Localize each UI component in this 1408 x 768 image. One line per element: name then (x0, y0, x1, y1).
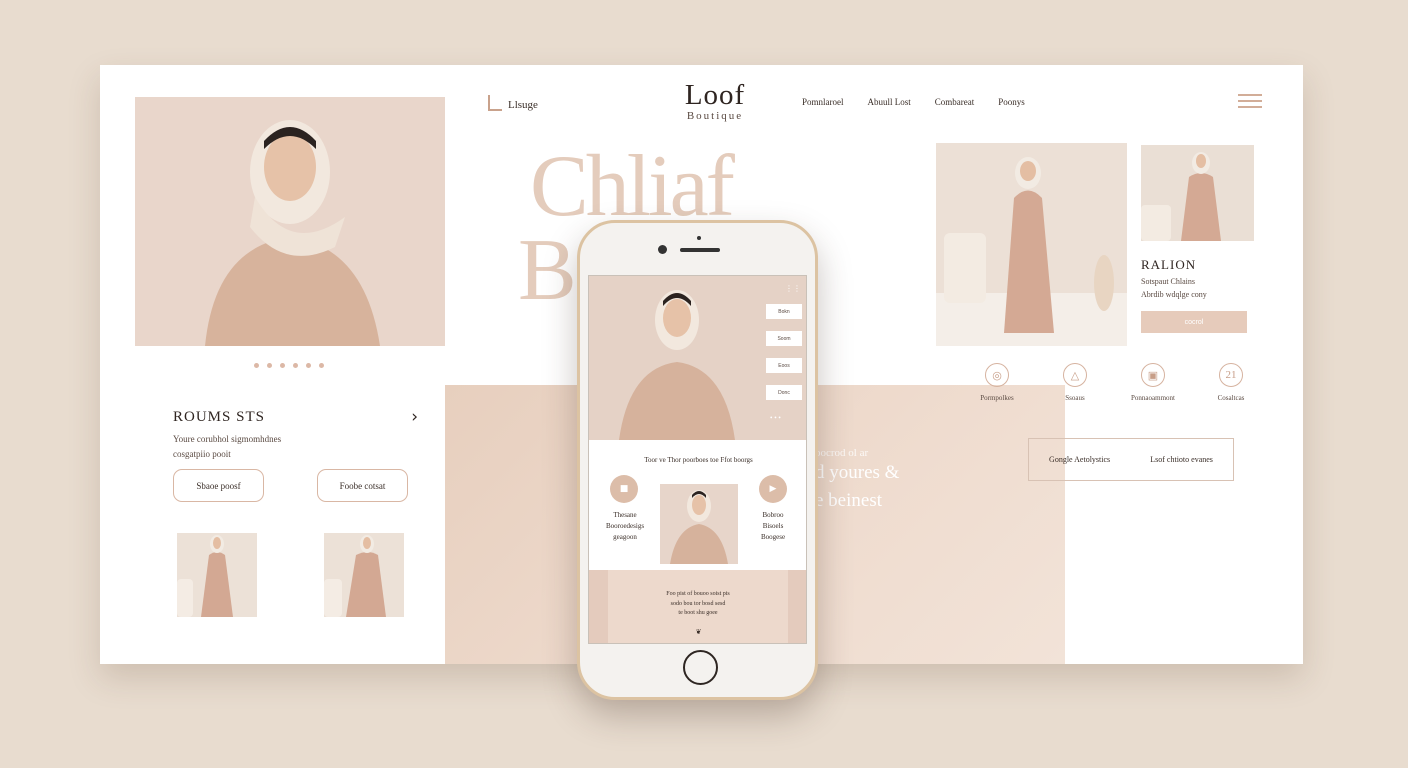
feature-icons: ◎ Pormpolkes △ Ssoaus ▣ Ponnaoammont 21 … (958, 363, 1270, 402)
phone-side-button[interactable]: Eoos (766, 358, 802, 373)
carousel-dot[interactable] (254, 363, 259, 368)
nav-item-1[interactable]: Pomnlaroel (802, 97, 844, 107)
rooms-buttons: Sbaoe poosf Foobe cotsat (173, 469, 408, 502)
phone-speaker (680, 248, 720, 252)
product-photo-small[interactable] (1141, 145, 1254, 241)
feature-item[interactable]: △ Ssoaus (1036, 363, 1114, 402)
nav-item-2[interactable]: Abuull Lost (868, 97, 911, 107)
band-tagline: oocrod ol ar d youres & e beinest (815, 447, 899, 514)
stop-icon[interactable]: ■ (610, 475, 638, 503)
phone-right-line: Boogese (760, 532, 786, 541)
rooms-desc-line-2: cosgatpiio pooit (173, 449, 231, 460)
product-thumbnail[interactable] (324, 533, 404, 617)
target-icon: ◎ (985, 363, 1009, 387)
rooms-title: ROUMS STS (173, 409, 265, 425)
phone-right-line: Bisoels (762, 521, 784, 530)
rooms-button-right[interactable]: Foobe cotsat (317, 469, 408, 502)
phone-left-line: geagoon (613, 532, 637, 541)
logo-l-icon (488, 95, 502, 111)
rooms-button-left[interactable]: Sbaoe poosf (173, 469, 264, 502)
nav-item-3[interactable]: Combareat (935, 97, 975, 107)
phone-left-line: Booroedesigs (605, 521, 645, 530)
carousel-dot[interactable] (280, 363, 285, 368)
hero-title-line-1: Chliaf (530, 138, 735, 235)
play-icon[interactable]: ▶ (759, 475, 787, 503)
carousel-dots[interactable] (254, 363, 324, 368)
brand-name: Loof (684, 79, 746, 111)
phone-right-line: Bobroo (762, 511, 784, 519)
band-tagline-line-2: e beinest (815, 489, 883, 511)
phone-camera (658, 245, 667, 254)
info-box-left: Gongle Aetolystics (1049, 455, 1111, 464)
rooms-desc-line-1: Youre corubhol sigmomhdnes (173, 434, 282, 444)
phone-home-button[interactable] (683, 650, 718, 685)
main-nav: Pomnlaroel Abuull Lost Combareat Poonys (802, 97, 1025, 107)
hero-model-photo (135, 97, 445, 346)
collection-title: RALION (1141, 257, 1197, 272)
collection-line-2: Abrdib wdqlge cony (1141, 290, 1207, 299)
phone-menu-icon[interactable]: ⋮⋮ (785, 284, 801, 293)
carousel-dot[interactable] (293, 363, 298, 368)
triangle-icon: △ (1063, 363, 1087, 387)
chevron-right-icon[interactable]: › (411, 407, 418, 427)
feature-item[interactable]: 21 Cosaltcas (1192, 363, 1270, 402)
product-photo-large[interactable] (936, 143, 1127, 346)
carousel-dot[interactable] (306, 363, 311, 368)
rooms-section: ROUMS STS › Youre corubhol sigmomhdnes c… (173, 407, 418, 463)
phone-sensor (697, 236, 701, 240)
phone-bottom-line: te boot shu goee (678, 610, 718, 617)
phone-product-photo[interactable] (660, 484, 738, 564)
brand-logo[interactable]: Loof Boutique (660, 79, 770, 122)
feature-label: Cosaltcas (1217, 394, 1245, 402)
brand-subtitle: Boutique (686, 110, 744, 122)
ornament-icon: ❦ (695, 628, 702, 636)
phone-side-buttons: Bokn Soom Eoos Donc (766, 304, 802, 400)
band-tagline-small: oocrod ol ar (815, 447, 869, 459)
collection-info: RALION Sotspaut Chlains Abrdib wdqlge co… (1141, 257, 1261, 333)
phone-mockup: ⋮⋮ Bokn Soom Eoos Donc • • • Toor ve Tho… (577, 220, 818, 700)
hamburger-menu-icon[interactable] (1238, 94, 1262, 112)
collection-line-1: Sotspaut Chlains (1141, 277, 1196, 286)
info-box[interactable]: Gongle Aetolystics Lsof chtioto evanes (1028, 438, 1234, 481)
rooms-description: Youre corubhol sigmomhdnes cosgatpiio po… (173, 432, 418, 463)
band-tagline-line-1: d youres & (815, 462, 900, 483)
phone-right-text: Bobroo Bisoels Boogese (749, 510, 797, 543)
phone-side-button[interactable]: Soom (766, 331, 802, 346)
product-thumbnail[interactable] (177, 533, 257, 617)
number-icon: 21 (1219, 363, 1243, 387)
site-logo-mark[interactable]: Llsuge (488, 95, 538, 111)
phone-bottom-line: Foo pist of bouoo soist pis (666, 591, 730, 597)
more-dots-icon[interactable]: • • • (770, 414, 781, 422)
phone-left-text: Thesane Booroedesigs geagoon (599, 510, 651, 543)
frame-icon: ▣ (1141, 363, 1165, 387)
feature-item[interactable]: ▣ Ponnaoammont (1114, 363, 1192, 402)
phone-left-line: Thesane (613, 511, 637, 519)
collection-button[interactable]: cocrol (1141, 311, 1247, 333)
phone-side-button[interactable]: Donc (766, 385, 802, 400)
carousel-dot[interactable] (267, 363, 272, 368)
carousel-dot[interactable] (319, 363, 324, 368)
feature-label: Ponnaoammont (1131, 394, 1175, 402)
feature-label: Ssoaus (1065, 394, 1085, 402)
phone-caption: Toor ve Thor poorboes toe Ffot boorgs (644, 456, 753, 464)
phone-side-button[interactable]: Bokn (766, 304, 802, 319)
phone-bottom-text: Foo pist of bouoo soist pis sodo bou tor… (608, 590, 788, 619)
logo-mark-text: Llsuge (508, 99, 538, 111)
feature-label: Pormpolkes (980, 394, 1014, 402)
phone-bottom-line: sodo bou tor bosd sesd (670, 600, 726, 607)
phone-screen: ⋮⋮ Bokn Soom Eoos Donc • • • Toor ve Tho… (588, 275, 807, 644)
feature-item[interactable]: ◎ Pormpolkes (958, 363, 1036, 402)
info-box-right: Lsof chtioto evanes (1150, 455, 1213, 464)
nav-item-4[interactable]: Poonys (998, 97, 1025, 107)
phone-bottom-section: Foo pist of bouoo soist pis sodo bou tor… (589, 570, 806, 643)
